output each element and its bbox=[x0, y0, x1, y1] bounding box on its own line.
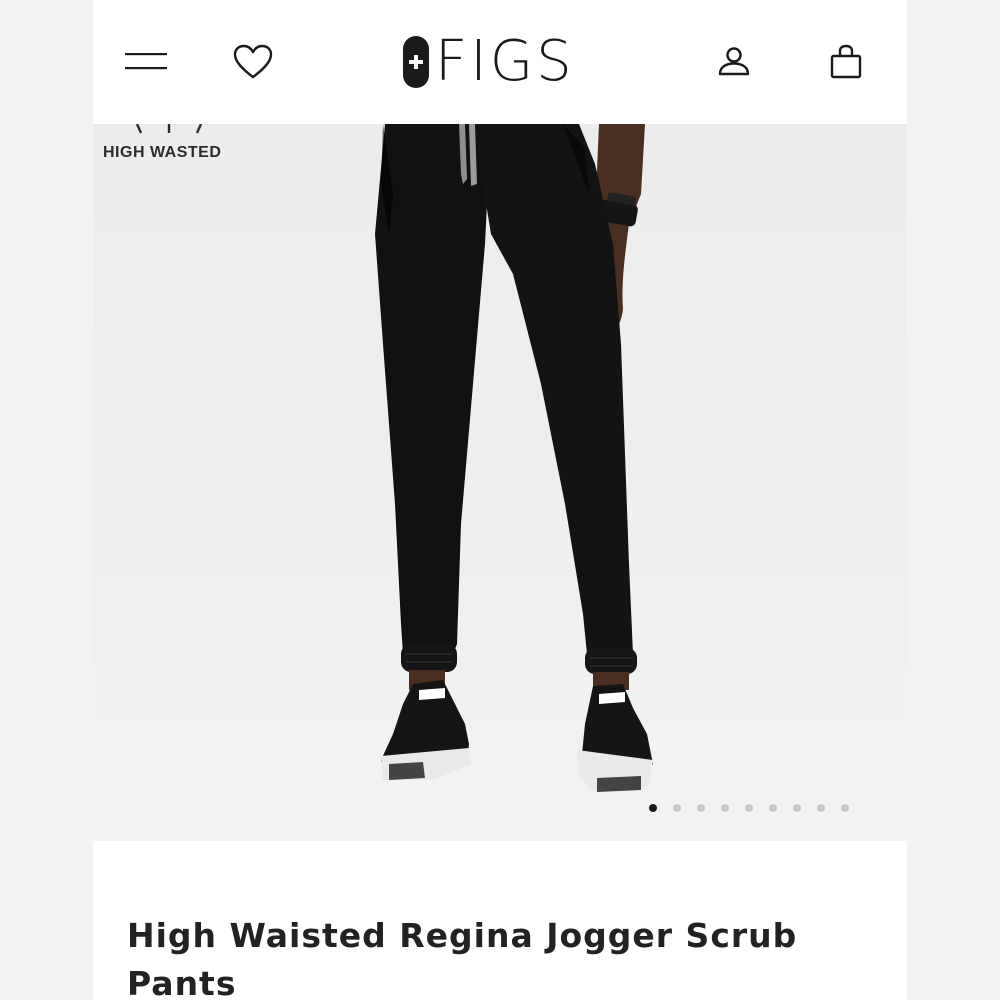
shopping-bag-icon[interactable] bbox=[829, 44, 863, 80]
heart-icon[interactable] bbox=[233, 44, 273, 80]
carousel-dot-8[interactable] bbox=[817, 804, 825, 812]
product-photo bbox=[375, 124, 653, 792]
carousel-dot-6[interactable] bbox=[769, 804, 777, 812]
product-title: High Waisted Regina Jogger Scrub Pants bbox=[127, 916, 798, 1000]
plus-logo-icon bbox=[403, 36, 429, 88]
carousel-dot-1[interactable] bbox=[649, 804, 657, 812]
carousel-dot-9[interactable] bbox=[841, 804, 849, 812]
brand-name: FIGS bbox=[435, 29, 575, 94]
brand-logo[interactable]: FIGS bbox=[403, 34, 575, 90]
user-icon[interactable] bbox=[717, 44, 751, 78]
top-nav-bar: FIGS bbox=[93, 0, 907, 124]
product-image-carousel[interactable]: HIGH WASTED bbox=[93, 124, 907, 841]
hamburger-menu-icon[interactable] bbox=[125, 50, 169, 74]
carousel-indicator bbox=[649, 804, 849, 812]
carousel-dot-2[interactable] bbox=[673, 804, 681, 812]
app-frame: FIGS HIGH WASTED High Waisted Regina Jog… bbox=[93, 0, 907, 1000]
carousel-dot-3[interactable] bbox=[697, 804, 705, 812]
carousel-dot-4[interactable] bbox=[721, 804, 729, 812]
carousel-dot-5[interactable] bbox=[745, 804, 753, 812]
carousel-dot-7[interactable] bbox=[793, 804, 801, 812]
